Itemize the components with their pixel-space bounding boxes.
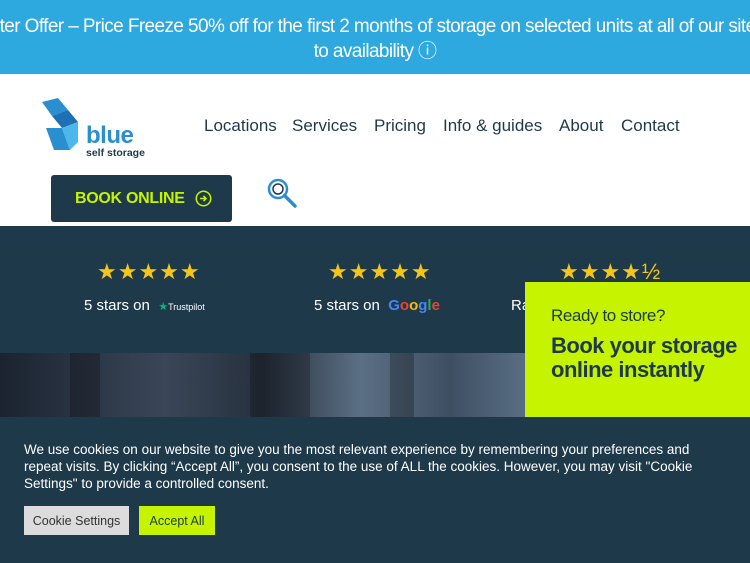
book-storage-cta[interactable]: Ready to store? Book your storage online…	[525, 282, 750, 422]
promo-banner[interactable]: inter Offer – Price Freeze 50% off for t…	[0, 0, 750, 74]
promo-text-line1: inter Offer – Price Freeze 50% off for t…	[0, 16, 750, 37]
trustpilot-logo: ★Trustpilot	[158, 301, 205, 313]
accept-all-button[interactable]: Accept All	[139, 506, 215, 535]
logo-wordmark[interactable]: blue	[86, 122, 134, 150]
nav-item-services[interactable]: Services	[292, 116, 357, 136]
review-text-google: 5 stars on Google	[314, 297, 440, 314]
book-online-label: BOOK ONLINE	[75, 189, 185, 207]
cta-headline: Book your storage online instantly	[551, 333, 737, 382]
review-text-trustpilot: 5 stars on ★Trustpilot	[84, 297, 205, 314]
cookie-message: We use cookies on our website to give yo…	[24, 442, 693, 491]
cookie-settings-button[interactable]: Cookie Settings	[24, 506, 129, 535]
google-logo-icon: Google	[388, 297, 440, 314]
star-rating-trustpilot: ★★★★★	[97, 259, 201, 284]
nav-item-contact[interactable]: Contact	[621, 116, 680, 136]
book-online-button[interactable]: BOOK ONLINE	[51, 175, 232, 222]
nav-item-locations[interactable]: Locations	[204, 116, 277, 136]
logo-tagline: self storage	[86, 147, 145, 159]
promo-text-line2: to availability ⓘ	[313, 41, 437, 62]
cta-kicker: Ready to store?	[551, 306, 666, 325]
star-rating-google: ★★★★★	[328, 259, 432, 284]
arrow-circle-right-icon	[195, 190, 212, 207]
nav-item-info-guides[interactable]: Info & guides	[443, 116, 542, 136]
cookie-banner: We use cookies on our website to give yo…	[0, 417, 750, 563]
nav-item-about[interactable]: About	[559, 116, 603, 136]
nav-item-pricing[interactable]: Pricing	[374, 116, 426, 136]
trustpilot-star-icon: ★	[158, 301, 169, 313]
search-icon[interactable]	[266, 177, 298, 209]
